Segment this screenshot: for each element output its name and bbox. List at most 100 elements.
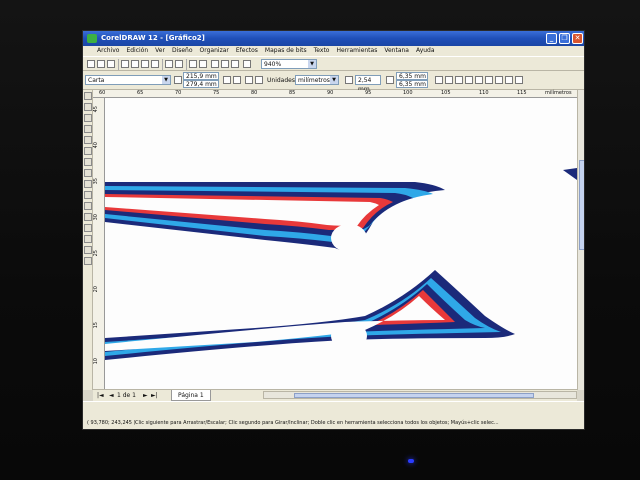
shape-tool-icon[interactable] xyxy=(84,103,92,111)
prev-page-button[interactable]: ◄ xyxy=(109,390,114,401)
snap-to-guidelines-icon[interactable] xyxy=(455,76,463,84)
first-page-button[interactable]: |◄ xyxy=(97,390,104,401)
chevron-down-icon[interactable]: ▼ xyxy=(330,76,338,84)
zoom-combo[interactable]: 940% ▼ xyxy=(261,59,317,69)
edit-icon[interactable] xyxy=(495,76,503,84)
tab-pagina-1[interactable]: Página 1 xyxy=(171,390,211,401)
horizontal-scroll-thumb[interactable] xyxy=(294,393,534,398)
minimize-button[interactable]: _ xyxy=(546,33,557,44)
chevron-down-icon[interactable]: ▼ xyxy=(308,60,316,68)
snap-to-objects-icon[interactable] xyxy=(465,76,473,84)
all-pages-icon[interactable] xyxy=(245,76,253,84)
treat-as-filled-icon[interactable] xyxy=(435,76,443,84)
polygon-tool-icon[interactable] xyxy=(84,180,92,188)
stripe-graphic-edge[interactable] xyxy=(563,168,577,180)
ellipse-tool-icon[interactable] xyxy=(84,169,92,177)
export-icon[interactable] xyxy=(199,60,207,68)
zoom-icon[interactable] xyxy=(243,60,251,68)
grid-icon[interactable] xyxy=(515,76,523,84)
nudge-field[interactable]: 2,54 mm xyxy=(355,75,381,93)
units-select[interactable]: milímetros ▼ xyxy=(295,75,339,85)
corel-online-icon[interactable] xyxy=(221,60,229,68)
undo-icon[interactable] xyxy=(165,60,173,68)
menu-diseno[interactable]: Diseño xyxy=(172,46,193,56)
eyedropper-tool-icon[interactable] xyxy=(84,224,92,232)
last-page-button[interactable]: ►| xyxy=(151,390,158,401)
chevron-down-icon[interactable]: ▼ xyxy=(162,76,170,84)
vertical-ruler[interactable]: 45 40 35 30 25 20 15 10 xyxy=(93,98,105,389)
copy-icon[interactable] xyxy=(141,60,149,68)
menu-mapas-de-bits[interactable]: Mapas de bits xyxy=(265,46,307,56)
toolbar-separator xyxy=(162,59,163,70)
crop-tool-icon[interactable] xyxy=(84,114,92,122)
standard-toolbar: 940% ▼ xyxy=(83,56,584,71)
stripe-graphic-top[interactable] xyxy=(105,182,445,252)
restore-button[interactable]: ❐ xyxy=(559,33,570,44)
new-icon[interactable] xyxy=(87,60,95,68)
snap-to-grid-icon[interactable] xyxy=(445,76,453,84)
paper-size-select[interactable]: Carta ▼ xyxy=(85,75,171,85)
basic-shapes-tool-icon[interactable] xyxy=(84,191,92,199)
duplicate-x-field[interactable]: 6,35 mm xyxy=(396,72,428,80)
menu-efectos[interactable]: Efectos xyxy=(236,46,258,56)
horizontal-scrollbar[interactable] xyxy=(263,391,577,399)
window-title: CorelDRAW 12 - [Gráfico2] xyxy=(101,34,205,42)
coreldraw-icon xyxy=(87,34,97,43)
vertical-scroll-thumb[interactable] xyxy=(579,160,584,250)
ruler-label: 25 xyxy=(93,250,99,257)
zoom-tool-icon[interactable] xyxy=(84,125,92,133)
horizontal-ruler[interactable]: 60 65 70 75 80 85 90 95 100 105 110 115 … xyxy=(93,90,577,98)
freehand-tool-icon[interactable] xyxy=(84,136,92,144)
ruler-label: 20 xyxy=(93,286,99,293)
interactive-fill-tool-icon[interactable] xyxy=(84,257,92,265)
menu-organizar[interactable]: Organizar xyxy=(200,46,229,56)
menu-edicion[interactable]: Edición xyxy=(126,46,148,56)
page-width-field[interactable]: 215,9 mm xyxy=(183,72,219,80)
current-page-icon[interactable] xyxy=(255,76,263,84)
pick-tool-icon[interactable] xyxy=(84,92,92,100)
page-height-field[interactable]: 279,4 mm xyxy=(183,80,219,88)
screen: CorelDRAW 12 - [Gráfico2] _ ❐ ✕ Archivo … xyxy=(82,30,585,430)
fill-tool-icon[interactable] xyxy=(84,246,92,254)
ruler-label: 15 xyxy=(93,322,99,329)
text-tool-icon[interactable] xyxy=(84,202,92,210)
rectangle-tool-icon[interactable] xyxy=(84,158,92,166)
menu-ventana[interactable]: Ventana xyxy=(384,46,409,56)
stripe-graphic-bottom[interactable] xyxy=(105,270,515,360)
text-icon[interactable] xyxy=(231,60,239,68)
menu-ayuda[interactable]: Ayuda xyxy=(416,46,435,56)
launcher-icon[interactable] xyxy=(211,60,219,68)
cut-icon[interactable] xyxy=(131,60,139,68)
ruler-label: 80 xyxy=(251,90,258,96)
units-value: milímetros xyxy=(298,77,330,84)
print-icon[interactable] xyxy=(121,60,129,68)
interactive-blend-tool-icon[interactable] xyxy=(84,213,92,221)
menu-ver[interactable]: Ver xyxy=(155,46,165,56)
ruler-label: 110 xyxy=(479,90,489,96)
zoom-value: 940% xyxy=(264,61,282,68)
ruler-label: 10 xyxy=(93,358,99,365)
menu-texto[interactable]: Texto xyxy=(314,46,330,56)
align-icon[interactable] xyxy=(505,76,513,84)
open-icon[interactable] xyxy=(97,60,105,68)
redo-icon[interactable] xyxy=(175,60,183,68)
title-bar: CorelDRAW 12 - [Gráfico2] _ ❐ ✕ xyxy=(83,31,584,46)
paste-icon[interactable] xyxy=(151,60,159,68)
drawing-canvas[interactable] xyxy=(105,98,577,389)
close-button[interactable]: ✕ xyxy=(572,33,583,44)
menu-bar: Archivo Edición Ver Diseño Organizar Efe… xyxy=(83,46,584,56)
dynamic-guides-icon[interactable] xyxy=(475,76,483,84)
next-page-button[interactable]: ► xyxy=(143,390,148,401)
outline-tool-icon[interactable] xyxy=(84,235,92,243)
landscape-icon[interactable] xyxy=(233,76,241,84)
options-icon[interactable] xyxy=(485,76,493,84)
save-icon[interactable] xyxy=(107,60,115,68)
vertical-scrollbar[interactable] xyxy=(577,90,584,390)
portrait-icon[interactable] xyxy=(223,76,231,84)
smart-fill-tool-icon[interactable] xyxy=(84,147,92,155)
duplicate-y-field[interactable]: 6,35 mm xyxy=(396,80,428,88)
import-icon[interactable] xyxy=(189,60,197,68)
menu-archivo[interactable]: Archivo xyxy=(97,46,119,56)
menu-herramientas[interactable]: Herramientas xyxy=(336,46,377,56)
toolbar-separator xyxy=(118,59,119,70)
